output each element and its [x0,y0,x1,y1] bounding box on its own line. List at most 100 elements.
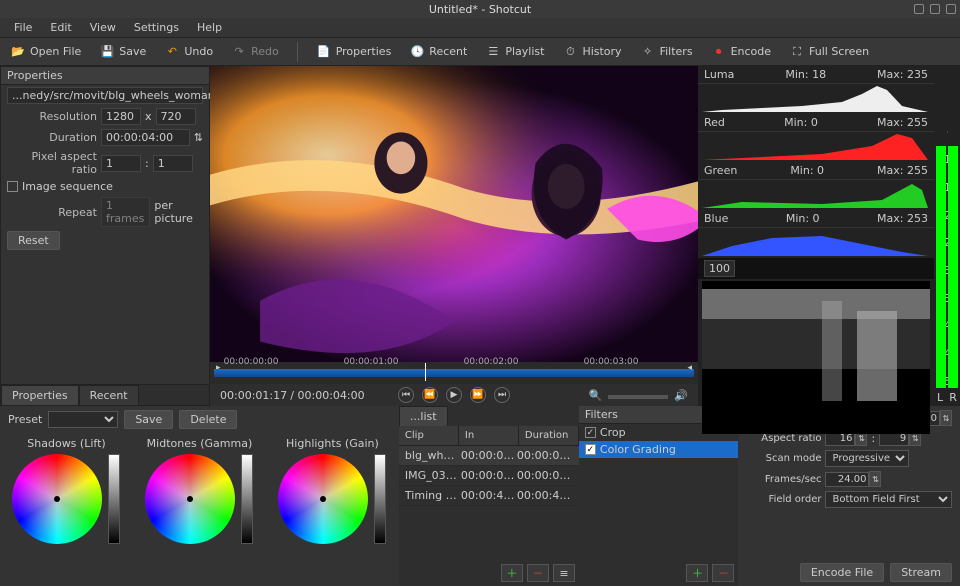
maximize-icon[interactable] [930,4,940,14]
play-button[interactable]: ▶ [446,387,462,403]
out-marker-icon[interactable]: ◂ [687,363,692,373]
current-timecode[interactable]: 00:00:01:17 [220,389,287,402]
highlights-slider[interactable] [374,454,386,544]
filter-item-color-grading[interactable]: ✓Color Grading [579,441,739,458]
field-order-select[interactable]: Bottom Field First [825,491,952,508]
preset-delete-button[interactable]: Delete [179,410,237,429]
video-viewport[interactable] [210,66,698,362]
waveform-scope [702,281,930,434]
shadows-wheel[interactable] [12,454,102,544]
undo-button[interactable]: ↶Undo [160,42,217,62]
duration-field[interactable]: 00:00:04:00 [101,129,190,146]
crop-checkbox[interactable]: ✓ [585,427,596,438]
green-histogram [702,180,930,208]
rewind-button[interactable]: ⏪ [422,387,438,403]
menu-settings[interactable]: Settings [126,19,187,36]
playlist-button[interactable]: ☰Playlist [481,42,548,62]
reset-button[interactable]: Reset [7,231,60,250]
properties-icon: 📄 [316,44,332,60]
scopes-panel: LumaMin: 18Max: 235 RedMin: 0Max: 255 Gr… [698,66,934,406]
history-button[interactable]: ⏱History [558,42,625,62]
filter-remove-button[interactable]: － [712,564,734,582]
close-icon[interactable] [946,4,956,14]
playlist-icon: ☰ [485,44,501,60]
filter-add-button[interactable]: ＋ [686,564,708,582]
zoom-slider[interactable] [608,395,668,399]
par-b[interactable]: 1 [153,155,193,172]
res-height[interactable]: 720 [156,108,196,125]
encode-file-button[interactable]: Encode File [800,563,884,582]
color-grading-checkbox[interactable]: ✓ [585,444,596,455]
save-button[interactable]: 💾Save [95,42,150,62]
menu-file[interactable]: File [6,19,40,36]
midtones-wheel[interactable] [145,454,235,544]
repeat-field: 1 frames [101,197,150,227]
minimize-icon[interactable] [914,4,924,14]
playlist-tab[interactable]: ...list [399,406,448,426]
tab-recent[interactable]: Recent [79,385,139,405]
red-histogram [702,132,930,160]
preset-select[interactable] [48,411,118,428]
redo-button[interactable]: ↷Redo [227,42,283,62]
volume-icon[interactable]: 🔊 [674,389,688,402]
recent-button[interactable]: 🕓Recent [405,42,471,62]
properties-button[interactable]: 📄Properties [312,42,396,62]
redo-icon: ↷ [231,44,247,60]
shadows-label: Shadows (Lift) [27,437,105,450]
midtones-slider[interactable] [241,454,253,544]
total-timecode: 00:00:04:00 [298,389,365,402]
filters-button[interactable]: ✧Filters [636,42,697,62]
window-title: Untitled* - Shotcut [429,3,531,16]
player-controls: 00:00:01:17 / 00:00:04:00 ⏮ ⏪ ▶ ⏩ ⏭ 🔍 🔊 [210,384,698,406]
spinner-icon[interactable]: ⇅ [869,471,881,487]
stream-button[interactable]: Stream [890,563,952,582]
spinner-icon[interactable]: ⇅ [940,410,952,426]
encode-button[interactable]: ⏺Encode [707,42,775,62]
menubar: File Edit View Settings Help [0,18,960,38]
playlist-menu-button[interactable]: ≡ [553,564,575,582]
disk-icon: 💾 [99,44,115,60]
skip-start-button[interactable]: ⏮ [398,387,414,403]
preset-save-button[interactable]: Save [124,410,173,429]
highlights-wheel[interactable] [278,454,368,544]
menu-edit[interactable]: Edit [42,19,79,36]
filters-icon: ✧ [640,44,656,60]
shadows-slider[interactable] [108,454,120,544]
tab-properties[interactable]: Properties [1,385,79,405]
playhead[interactable] [425,363,426,381]
playlist-add-button[interactable]: ＋ [501,564,523,582]
highlights-label: Highlights (Gain) [286,437,379,450]
player-panel: ▸ 00:00:00:00 00:00:01:00 00:00:02:00 00… [210,66,698,406]
meter-right [948,70,958,388]
image-sequence-checkbox[interactable] [7,181,18,192]
menu-help[interactable]: Help [189,19,230,36]
playlist-panel: ...list Clip In Duration blg_wheels_...0… [399,406,579,586]
waveform-ire[interactable]: 100 [704,260,735,277]
playlist-row[interactable]: IMG_0357.JPG00:00:00:0000:00:04:00 [399,466,579,486]
forward-button[interactable]: ⏩ [470,387,486,403]
undo-icon: ↶ [164,44,180,60]
audio-meter: 30-5 -10-15-20 -25-30-35 -40-45-50 LR [934,66,960,406]
file-path: ...nedy/src/movit/blg_wheels_woman_1.jpg [7,87,203,104]
open-file-button[interactable]: 📂Open File [6,42,85,62]
fps-field[interactable] [825,472,869,487]
zoom-out-icon[interactable]: 🔍 [589,389,603,402]
toolbar: 📂Open File 💾Save ↶Undo ↷Redo 📄Properties… [0,38,960,66]
scan-mode-select[interactable]: Progressive [825,450,909,467]
properties-header: Properties [1,67,209,85]
encode-icon: ⏺ [711,44,727,60]
spinner-icon[interactable]: ⇅ [194,131,203,144]
fullscreen-button[interactable]: ⛶Full Screen [785,42,873,62]
titlebar: Untitled* - Shotcut [0,0,960,18]
menu-view[interactable]: View [82,19,124,36]
history-icon: ⏱ [562,44,578,60]
res-width[interactable]: 1280 [101,108,141,125]
playlist-row[interactable]: Timing Testsl...00:00:47:0800:00:40:08 [399,486,579,506]
meter-left [936,70,946,388]
timeline-ruler[interactable]: ▸ 00:00:00:00 00:00:01:00 00:00:02:00 00… [210,362,698,384]
playlist-row[interactable]: blg_wheels_...00:00:00:0000:00:04:00 [399,446,579,466]
playlist-remove-button[interactable]: － [527,564,549,582]
par-a[interactable]: 1 [101,155,141,172]
color-grading-panel: Preset Save Delete Shadows (Lift) Midton… [0,406,399,586]
skip-end-button[interactable]: ⏭ [494,387,510,403]
